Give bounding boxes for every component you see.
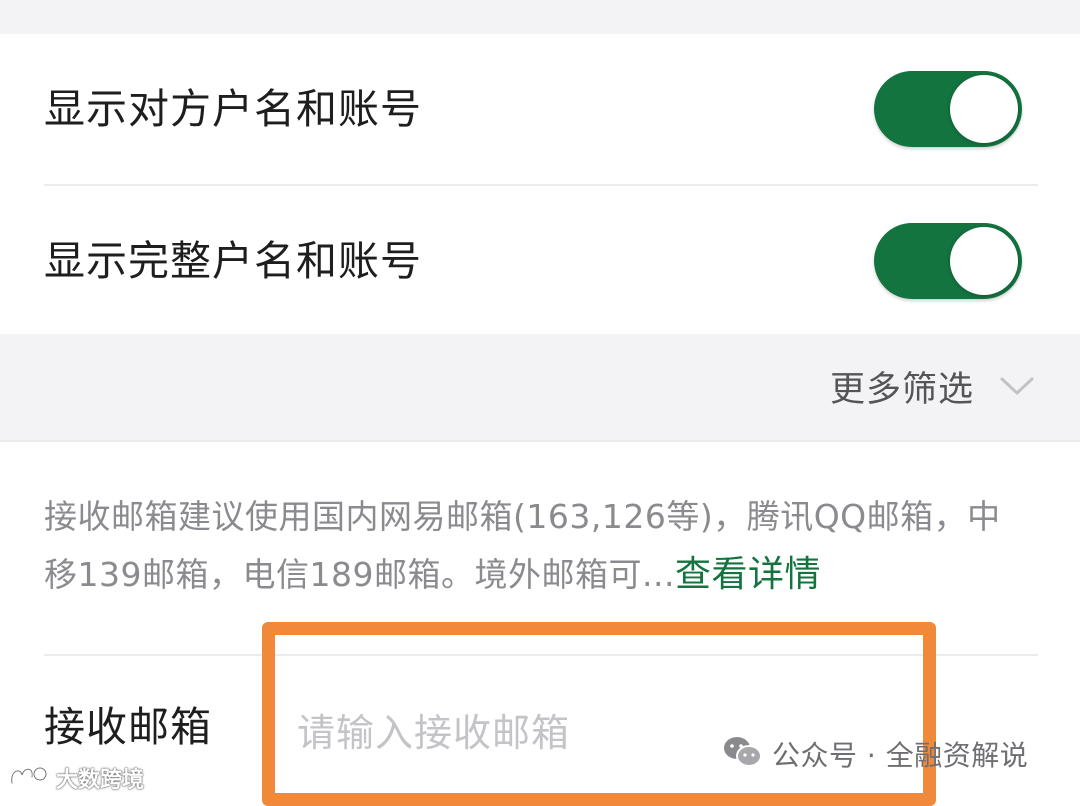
- chevron-down-icon: [1000, 369, 1034, 403]
- view-details-link[interactable]: 查看详情: [675, 554, 821, 595]
- toggle-knob: [950, 227, 1018, 295]
- email-input-placeholder: 请输入接收邮箱: [297, 711, 571, 755]
- toggle-row-show-counterparty: 显示对方户名和账号: [44, 34, 1038, 184]
- notice-text: 接收邮箱建议使用国内网易邮箱(163,126等)，腾讯QQ邮箱，中移139邮箱，…: [44, 497, 1001, 594]
- wechat-watermark: 公众号 · 全融资解说: [722, 734, 1028, 774]
- wechat-watermark-text: 公众号 · 全融资解说: [772, 739, 1029, 772]
- filter-band: 更多筛选: [0, 334, 1080, 442]
- top-band: [0, 0, 1080, 34]
- email-input[interactable]: 请输入接收邮箱: [262, 622, 936, 806]
- toggle-label: 显示完整户名和账号: [44, 237, 422, 285]
- show-counterparty-toggle[interactable]: [874, 71, 1022, 147]
- brand-watermark-text: 大数跨境: [56, 768, 145, 793]
- brand-watermark: 大数跨境: [8, 762, 144, 794]
- wechat-icon: [722, 735, 762, 773]
- email-notice: 接收邮箱建议使用国内网易邮箱(163,126等)，腾讯QQ邮箱，中移139邮箱，…: [44, 488, 1034, 604]
- more-filter-button[interactable]: 更多筛选: [830, 356, 1034, 416]
- toggle-label: 显示对方户名和账号: [44, 85, 422, 133]
- more-filter-label: 更多筛选: [829, 369, 974, 410]
- toggle-row-show-full: 显示完整户名和账号: [44, 184, 1038, 336]
- toggle-knob: [950, 75, 1018, 143]
- email-field-label: 接收邮箱: [44, 703, 212, 751]
- brand-logo-icon: [8, 763, 50, 793]
- show-full-account-toggle[interactable]: [874, 223, 1022, 299]
